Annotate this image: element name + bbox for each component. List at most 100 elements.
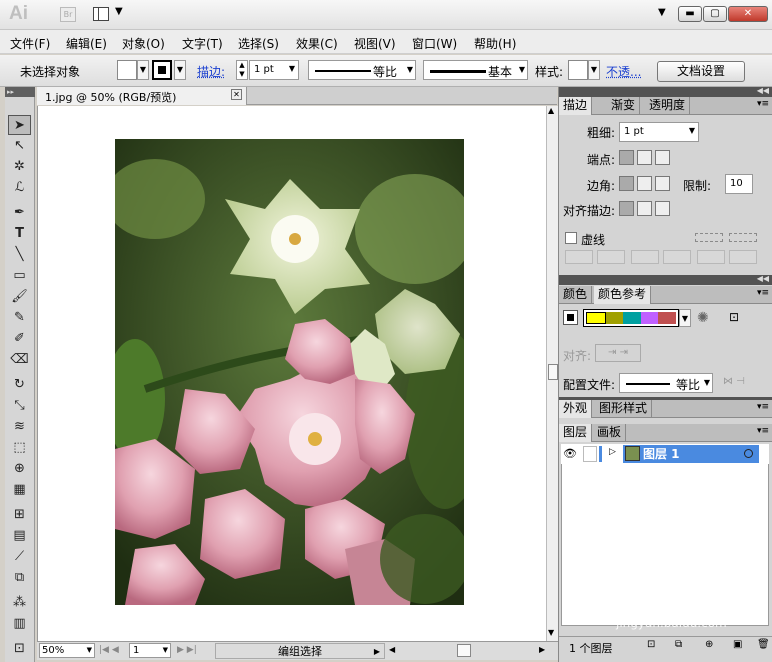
page-select[interactable]: 1 ▼ [129,643,171,658]
stroke-link[interactable]: 描边: [197,63,225,80]
maximize-button[interactable]: ▢ [703,6,727,22]
graphic-style-swatch[interactable] [568,60,588,80]
dash-preset-1[interactable] [695,233,723,242]
direct-selection-tool-icon[interactable]: ↖ [8,136,31,156]
harmony-color-1[interactable] [586,312,606,324]
miter-join-button[interactable] [619,176,634,191]
new-layer-icon[interactable]: ▣ [733,639,742,650]
dash-field-2[interactable] [631,250,659,264]
menu-edit[interactable]: 编辑(E) [66,35,107,52]
bridge-icon[interactable]: Br [60,7,76,22]
vertical-scrollbar[interactable]: ▲ ▼ [546,106,558,641]
panel-menu-icon[interactable]: ▾≡ [757,99,769,109]
artboard-tool-icon[interactable]: ⊡ [8,639,31,659]
scale-tool-icon[interactable]: ⤡ [8,396,31,416]
close-tab-icon[interactable]: ✕ [231,89,242,100]
scroll-down-icon[interactable]: ▼ [548,628,554,637]
stroke-weight-stepper[interactable]: ▲ ▼ [236,60,248,80]
harmony-dropdown[interactable]: ▼ [679,309,691,327]
stroke-dropdown[interactable]: ▼ [174,60,186,80]
limit-input[interactable]: 10 [725,174,753,194]
lasso-tool-icon[interactable]: ℒ [8,178,31,198]
mesh-tool-icon[interactable]: ⊞ [8,505,31,525]
vertical-scroll-thumb[interactable] [548,364,558,380]
brush-definition[interactable]: 基本 ▼ [423,60,528,80]
round-join-button[interactable] [637,176,652,191]
save-colors-icon[interactable]: ⊡ [729,310,739,324]
lock-toggle[interactable] [583,446,597,462]
next-page-icon[interactable]: ▶ ▶| [177,645,197,655]
dashed-line-checkbox[interactable] [565,232,577,244]
first-page-icon[interactable]: |◀ ◀ [99,645,119,655]
blend-tool-icon[interactable]: ⧉ [8,568,31,588]
workspace-switcher-icon[interactable]: ▼ [658,7,666,18]
eyedropper-tool-icon[interactable]: ⟋ [8,547,31,567]
weight-input[interactable]: 1 pt ▼ [619,122,699,142]
new-sublayer-icon[interactable]: ⊕ [705,639,713,650]
tab-layers[interactable]: 图层 [559,424,593,442]
color-wheel-icon[interactable]: ✺ [697,310,709,326]
status-menu[interactable]: 编组选择 ▶ [215,643,385,659]
document-tab[interactable]: 1.jpg @ 50% (RGB/预览) [37,87,247,105]
menu-view[interactable]: 视图(V) [354,35,396,52]
clipping-mask-icon[interactable]: ⧉ [675,639,682,650]
symbol-sprayer-tool-icon[interactable]: ⁂ [8,593,31,613]
align-outside-button[interactable] [655,201,670,216]
harmony-color-2[interactable] [605,312,624,324]
stroke-weight-input[interactable]: 1 pt ▼ [249,60,299,80]
column-graph-tool-icon[interactable]: ▥ [8,614,31,634]
paintbrush-tool-icon[interactable]: 🖌 [8,287,31,307]
dash-preset-2[interactable] [729,233,757,242]
layer-row[interactable]: 👁 ▷ 图层 1 [561,444,769,464]
scroll-up-icon[interactable]: ▲ [548,106,554,115]
delete-layer-icon[interactable]: 🗑 [757,639,770,650]
harmony-colors[interactable] [583,309,679,327]
layer-name[interactable]: 图层 1 [623,445,759,463]
round-cap-button[interactable] [637,150,652,165]
menu-object[interactable]: 对象(O) [122,35,165,52]
fill-swatch[interactable] [117,60,137,80]
color-panel-header[interactable]: ◀◀ [559,274,772,285]
menu-type[interactable]: 文字(T) [182,35,223,52]
opacity-link[interactable]: 不透... [606,63,641,80]
gap-field-1[interactable] [597,250,625,264]
magic-wand-tool-icon[interactable]: ✲ [8,157,31,177]
flip-icons[interactable]: ⋈ ⊣ [723,376,745,387]
line-tool-icon[interactable]: ╲ [8,245,31,265]
tab-artboards[interactable]: 画板 [593,424,627,442]
minimize-button[interactable]: ▬ [678,6,702,22]
type-tool-icon[interactable]: T [8,224,31,244]
tab-appearance[interactable]: 外观 [559,400,593,418]
tab-stroke[interactable]: 描边 [559,97,593,115]
eraser-tool-icon[interactable]: ⌫ [8,350,31,370]
rotate-tool-icon[interactable]: ↻ [8,375,31,395]
tab-transparency[interactable]: 透明度 [645,97,691,115]
harmony-color-3[interactable] [623,312,641,324]
visibility-eye-icon[interactable]: 👁 [563,447,577,460]
workspace-layout-icon[interactable] [93,7,109,21]
pencil-tool-icon[interactable]: ✎ [8,308,31,328]
align-inside-button[interactable] [637,201,652,216]
stroke-swatch[interactable] [152,60,172,80]
appearance-panel-menu-icon[interactable]: ▾≡ [757,402,769,412]
harmony-color-4[interactable] [640,312,659,324]
graphic-style-dropdown[interactable]: ▼ [588,60,600,80]
menu-file[interactable]: 文件(F) [10,35,50,52]
harmony-color-5[interactable] [658,312,676,324]
perspective-grid-tool-icon[interactable]: ▦ [8,480,31,500]
base-color-swatch[interactable] [563,310,578,325]
projecting-cap-button[interactable] [655,150,670,165]
gradient-tool-icon[interactable]: ▤ [8,526,31,546]
blob-brush-tool-icon[interactable]: ✐ [8,329,31,349]
menu-window[interactable]: 窗口(W) [412,35,457,52]
selection-tool-icon[interactable]: ➤ [8,115,31,135]
warp-tool-icon[interactable]: ≋ [8,417,31,437]
dash-field-3[interactable] [697,250,725,264]
fill-dropdown[interactable]: ▼ [137,60,149,80]
menu-effect[interactable]: 效果(C) [296,35,338,52]
target-icon[interactable] [744,449,753,458]
panel-dock-header[interactable]: ◀◀ [559,86,772,97]
rectangle-tool-icon[interactable]: ▭ [8,266,31,286]
variable-width-profile[interactable]: 等比 ▼ [308,60,416,80]
shape-builder-tool-icon[interactable]: ⊕ [8,459,31,479]
